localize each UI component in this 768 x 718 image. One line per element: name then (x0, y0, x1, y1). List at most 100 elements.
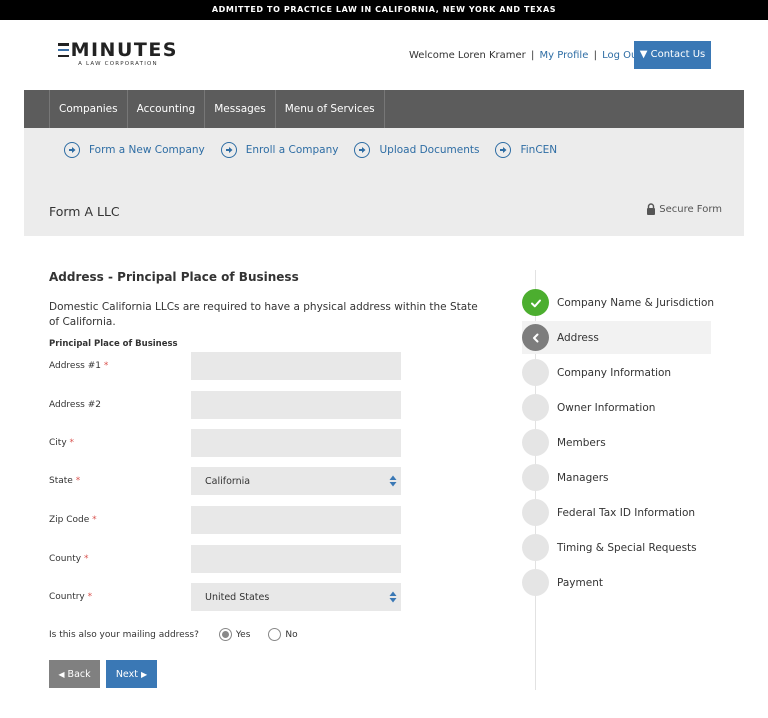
step-label: Company Name & Jurisdiction (557, 296, 715, 309)
address1-row: Address #1 * (49, 352, 401, 380)
country-select[interactable]: United States (191, 583, 401, 611)
back-label: Back (67, 668, 91, 680)
mailing-no-option[interactable]: No (268, 628, 298, 641)
lock-icon (647, 203, 656, 215)
state-row: State * California (49, 467, 401, 495)
state-label: State (49, 476, 73, 486)
zip-row: Zip Code * (49, 506, 401, 534)
step-label: Company Information (557, 366, 672, 379)
upload-documents-link[interactable]: Upload Documents (354, 142, 479, 158)
link-label: Form a New Company (89, 144, 205, 156)
address2-input[interactable] (191, 391, 401, 419)
link-label: Upload Documents (379, 144, 480, 156)
step-payment[interactable]: Payment (522, 566, 711, 599)
country-selected-value: United States (205, 591, 270, 603)
my-profile-link[interactable]: My Profile (540, 50, 589, 61)
radio-no[interactable] (268, 628, 282, 641)
fincen-link[interactable]: FinCEN (495, 142, 557, 158)
main-nav: Companies Accounting Messages Menu of Se… (24, 90, 744, 128)
checkmark-icon (530, 299, 541, 307)
step-status-pending (522, 569, 549, 596)
required-marker: * (69, 438, 75, 448)
required-marker: * (75, 476, 81, 486)
next-label: Next (115, 668, 138, 680)
county-label: County (49, 554, 82, 564)
separator: | (530, 50, 535, 61)
select-arrows-icon (389, 475, 397, 487)
county-row: County * (49, 545, 401, 573)
step-label: Address (557, 331, 599, 344)
logo[interactable]: MINUTES A LAW CORPORATION (58, 40, 178, 67)
required-marker: * (87, 592, 93, 602)
link-label: Enroll a Company (245, 144, 339, 156)
separator: | (593, 50, 597, 61)
secure-form-label: Secure Form (659, 203, 722, 215)
form-new-company-link[interactable]: Form a New Company (64, 142, 205, 158)
next-button[interactable]: Next ▶ (106, 660, 157, 688)
mailing-yes-option[interactable]: Yes (218, 628, 251, 641)
triangle-right-icon: ▶ (141, 669, 148, 679)
city-label: City (49, 438, 67, 448)
state-select[interactable]: California (191, 467, 401, 495)
mailing-address-question: Is this also your mailing address? Yes N… (49, 628, 298, 641)
step-company-name[interactable]: Company Name & Jurisdiction (522, 286, 715, 319)
radio-yes[interactable] (218, 628, 232, 641)
country-row: Country * United States (49, 583, 401, 611)
step-label: Federal Tax ID Information (557, 506, 696, 519)
radio-selected-dot (221, 631, 229, 638)
step-managers[interactable]: Managers (522, 461, 711, 494)
step-status-pending (522, 429, 549, 456)
required-marker: * (103, 361, 109, 371)
nav-item-menu-of-services[interactable]: Menu of Services (276, 90, 385, 128)
step-status-current (522, 324, 549, 351)
step-owner-information[interactable]: Owner Information (522, 391, 711, 424)
header: MINUTES A LAW CORPORATION Welcome Loren … (0, 20, 768, 90)
nav-item-companies[interactable]: Companies (50, 90, 128, 128)
logo-text: MINUTES (70, 39, 178, 61)
nav-spacer (24, 90, 50, 128)
enroll-company-link[interactable]: Enroll a Company (220, 142, 339, 158)
city-input[interactable] (191, 429, 401, 457)
step-members[interactable]: Members (522, 426, 711, 459)
user-welcome: Welcome Loren Kramer | My Profile | Log … (409, 49, 641, 63)
quick-links: Form a New Company Enroll a Company Uplo… (64, 142, 573, 158)
step-label: Members (557, 436, 606, 449)
secure-form-badge: Secure Form (646, 203, 722, 215)
mailing-question-label: Is this also your mailing address? (49, 629, 199, 640)
country-label: Country (49, 592, 85, 602)
city-row: City * (49, 429, 401, 457)
step-address[interactable]: Address (522, 321, 711, 354)
logo-e-icon (58, 43, 69, 57)
nav-item-accounting[interactable]: Accounting (128, 90, 206, 128)
zip-label: Zip Code (49, 515, 90, 525)
radio-yes-label: Yes (235, 629, 251, 640)
logo-subtitle: A LAW CORPORATION (78, 61, 158, 67)
back-button[interactable]: ◀ Back (49, 660, 100, 688)
step-status-pending (522, 359, 549, 386)
step-company-information[interactable]: Company Information (522, 356, 711, 389)
top-announcement-bar: ADMITTED TO PRACTICE LAW IN CALIFORNIA, … (0, 0, 768, 20)
welcome-text: Welcome Loren Kramer (409, 50, 526, 61)
step-status-pending (522, 464, 549, 491)
step-federal-tax-id[interactable]: Federal Tax ID Information (522, 496, 711, 529)
step-status-done (522, 289, 549, 316)
county-input[interactable] (191, 545, 401, 573)
circle-arrow-right-icon (354, 142, 371, 158)
circle-arrow-right-icon (220, 142, 237, 158)
address2-row: Address #2 (49, 391, 401, 419)
contact-us-button[interactable]: ▼ Contact Us (634, 41, 711, 69)
step-label: Owner Information (557, 401, 656, 414)
chevron-left-icon (532, 333, 538, 342)
step-timing-special-requests[interactable]: Timing & Special Requests (522, 531, 711, 564)
address2-label: Address #2 (49, 400, 101, 410)
zip-input[interactable] (191, 506, 401, 534)
nav-item-messages[interactable]: Messages (205, 90, 276, 128)
required-marker: * (92, 515, 97, 525)
page-title: Form A LLC (49, 204, 120, 219)
section-description: Domestic California LLCs are required to… (49, 301, 478, 328)
sub-nav-panel: Form a New Company Enroll a Company Uplo… (24, 128, 744, 236)
address1-input[interactable] (191, 352, 401, 380)
step-status-pending (522, 499, 549, 526)
step-status-pending (522, 394, 549, 421)
state-selected-value: California (205, 475, 251, 487)
